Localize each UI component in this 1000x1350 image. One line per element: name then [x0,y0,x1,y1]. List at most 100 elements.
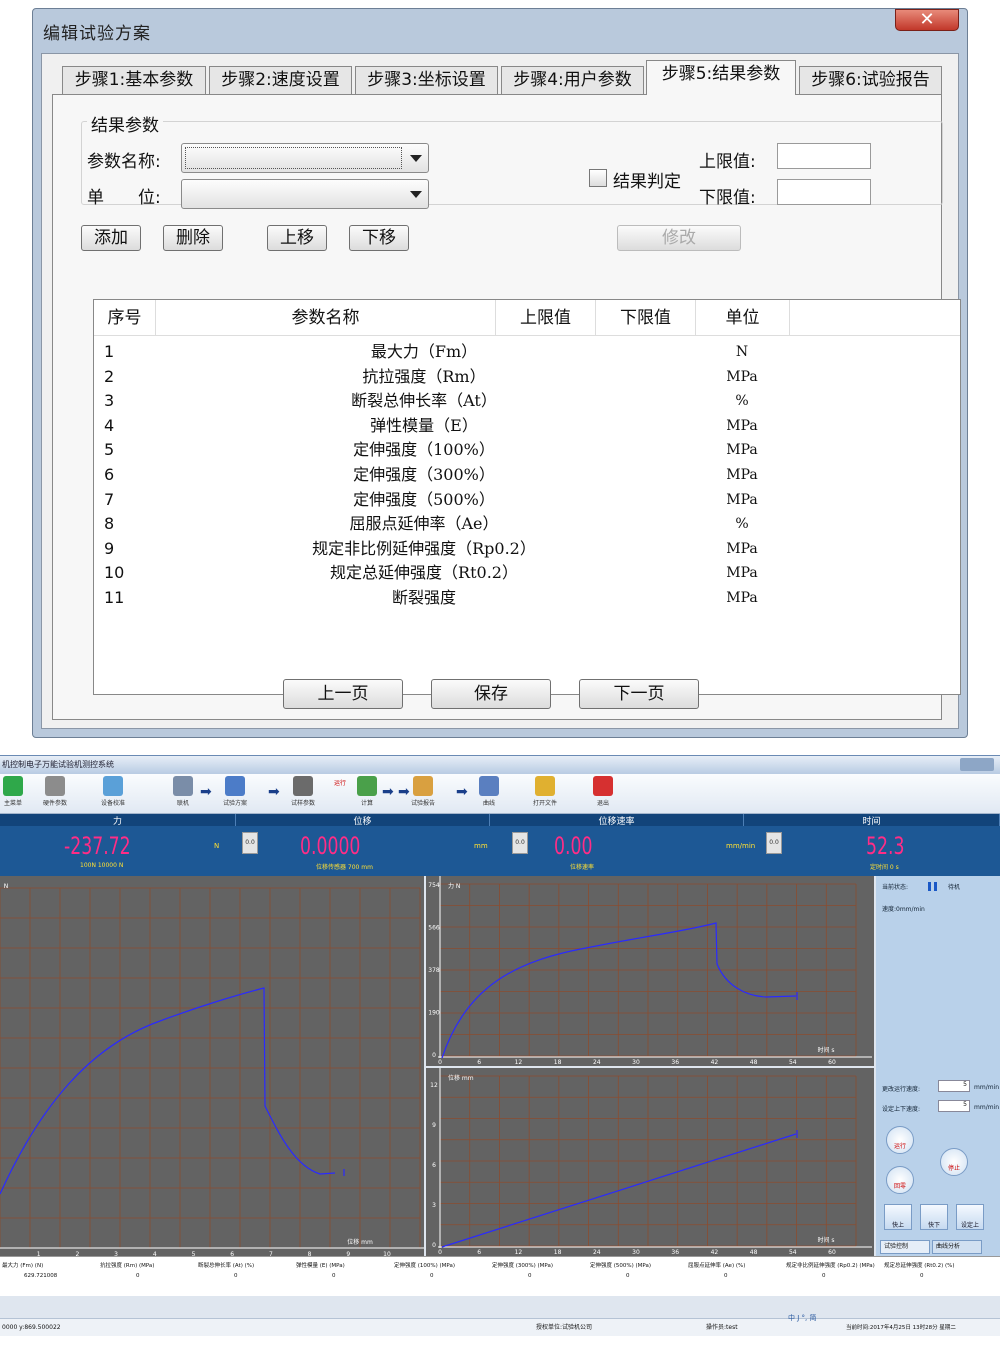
delete-button[interactable]: 删除 [163,225,223,251]
row-number: 2 [104,366,115,386]
meter-value: -237.72 [64,832,131,860]
row-number: 6 [104,465,115,484]
x-tick-label: 42 [711,1249,719,1256]
table-row[interactable]: 1 最大力（Fm） N [94,340,960,365]
toolbar-exit-button[interactable]: 退出 [580,776,626,807]
table-row[interactable]: 3 断裂总伸长率（At）% [94,389,960,414]
row-param-name: 规定总延伸强度（Rt0.2） [330,563,518,583]
x-tick-label: 42 [711,1059,719,1066]
result-col-header: 定伸强度 (300%) (MPa) [492,1263,553,1269]
tab-step1[interactable]: 步骤1:基本参数 [62,66,206,94]
lower-limit-input[interactable] [777,179,871,205]
tab-step5[interactable]: 步骤5:结果参数 [646,60,796,95]
modify-button[interactable]: 修改 [617,225,741,251]
toolbar-scheme-button[interactable]: 试验方案 [212,776,258,807]
move-up-button[interactable]: 上移 [267,225,327,251]
prev-page-button[interactable]: 上一页 [283,679,403,709]
force-displacement-curve [0,987,345,1195]
menu-icon [3,776,23,796]
window-controls[interactable] [960,758,994,771]
row-param-name: 定伸强度（100%） [353,440,495,460]
toolbar-menu-button[interactable]: 主菜单 [0,776,36,807]
link-icon [173,776,193,796]
table-row[interactable]: 4 弹性模量（E） MPa [94,414,960,439]
updown-speed-input[interactable]: 5 [938,1100,970,1112]
add-button[interactable]: 添加 [81,225,141,251]
row-unit: MPa [726,590,758,606]
fast-up-button[interactable]: 快上 [884,1204,912,1230]
meter-unit: mm/min [726,842,756,850]
zero-button[interactable]: 0.0 [512,832,528,854]
tab-curve-analysis[interactable]: 曲线分析 [932,1240,982,1254]
table-row[interactable]: 5 定伸强度（100%） MPa [94,438,960,463]
run-speed-input[interactable]: 5 [938,1080,970,1092]
row-number: 3 [104,391,115,411]
result-judge-checkbox[interactable] [589,169,607,187]
result-col-header: 屈服点延伸率 (Ae) (%) [688,1263,746,1269]
toolbar-folder-button[interactable]: 打开文件 [522,776,568,807]
updown-speed-unit: mm/min [974,1104,1000,1111]
table-row[interactable]: 6 定伸强度（300%） MPa [94,463,960,488]
toolbar-label: 试验报告 [410,800,435,807]
x-tick-label: 36 [671,1059,679,1066]
result-params-table[interactable]: 序号 参数名称 上限值 下限值 单位 1 最大力（Fm） N 2 抗拉强度（Rm） MPa… [93,299,961,695]
row-unit: MPa [726,491,758,508]
fast-down-button[interactable]: 快下 [920,1204,948,1230]
upper-limit-input[interactable] [777,143,871,169]
displacement-time-plot[interactable]: 0 3 6 9 12 0 6 12 18 24 30 36 42 48 54 60 位移 mm 时间 s [426,1068,874,1256]
results-table: 最大力 (Fm) (N) 629.721008 抗拉强度 (Rm) (MPa) 0 断裂… [0,1256,1000,1296]
toolbar-label: 设备校准 [100,800,125,807]
row-number: 1 [104,342,115,361]
table-row[interactable]: 9 规定非比例延伸强度（Rp0.2） MPa [94,537,960,562]
meter-value: 0.0000 [300,832,361,860]
param-name-select[interactable] [181,143,429,173]
next-page-button[interactable]: 下一页 [579,679,699,709]
y-tick-label: 12 [430,1082,438,1089]
tab-step2[interactable]: 步骤2:速度设置 [209,66,352,94]
table-row[interactable]: 2 抗拉强度（Rm） MPa [94,365,960,390]
unit-select[interactable] [181,179,429,209]
table-row[interactable]: 10 规定总延伸强度（Rt0.2） MPa [94,561,960,586]
result-value: 0 [528,1273,532,1279]
meter-value: 0.00 [554,832,593,860]
set-up-button[interactable]: 设定上 [956,1204,984,1230]
meter-header: 力 [0,814,236,827]
ime-indicator[interactable]: 中 J °, 简 [788,1309,816,1327]
row-unit: MPa [726,467,758,483]
datetime-label: 当前时间:2017年4月25日 13时28分 星期二 [846,1325,956,1331]
zero-button[interactable]: 0.0 [766,832,782,854]
force-time-plot[interactable]: 0 190 378 566 754 0 6 12 18 24 30 36 42 48 54 60 力 N 时间 s [426,876,874,1066]
stop-button[interactable]: 停止 [940,1148,968,1176]
row-param-name: 屈服点延伸率（Ae） [349,514,499,534]
meter-sub: 位移传感器 700 mm [316,864,373,871]
toolbar-gear-button[interactable]: 硬件参数 [32,776,78,807]
tab-step3[interactable]: 步骤3:坐标设置 [355,66,498,94]
row-param-name: 弹性模量（E） [370,415,478,435]
close-button[interactable]: ✕ [895,9,959,31]
result-value: 629.721008 [24,1273,58,1279]
meter-unit: mm [474,842,488,850]
toolbar-sample-button[interactable]: 试样参数 [280,776,326,807]
result-col-header: 规定非比例延伸强度 (Rp0.2) (MPa) [786,1263,875,1269]
table-row[interactable]: 11 断裂强度 MPa [94,586,960,611]
tab-step6[interactable]: 步骤6:试验报告 [799,66,942,94]
operator-label: 操作员:test [706,1324,738,1331]
row-number: 8 [104,514,115,534]
company-label: 授权单位:试验机公司 [536,1324,593,1331]
table-row[interactable]: 8 屈服点延伸率（Ae）% [94,512,960,537]
tab-step4[interactable]: 步骤4:用户参数 [501,66,644,94]
row-unit: % [735,516,749,533]
table-row[interactable]: 7 定伸强度（500%） MPa [94,488,960,513]
move-down-button[interactable]: 下移 [349,225,409,251]
tab-test-control[interactable]: 试验控制 [880,1240,930,1254]
return-zero-button[interactable]: 回零 [886,1166,914,1194]
x-tick-label: 54 [789,1059,797,1066]
displacement-force-plot[interactable]: 1 2 3 4 5 6 7 8 9 10 位移 mm N [0,876,424,1256]
x-tick-label: 48 [750,1059,758,1066]
save-button[interactable]: 保存 [431,679,551,709]
zero-button[interactable]: 0.0 [242,832,258,854]
col-upper: 上限值 [496,300,596,336]
run-button[interactable]: 运行 [886,1126,914,1154]
toolbar-curve-button[interactable]: 曲线 [466,776,512,807]
toolbar-calibrate-button[interactable]: 设备校准 [90,776,136,807]
